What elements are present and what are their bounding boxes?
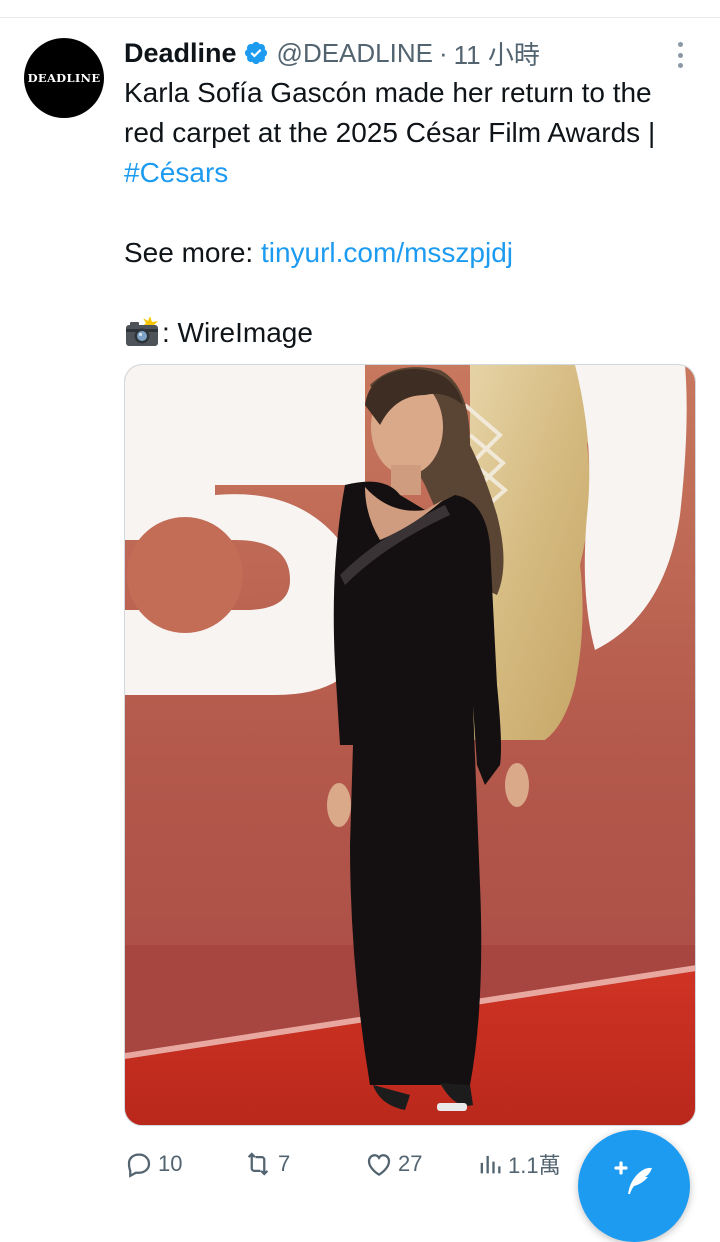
retweet-count: 7: [278, 1151, 291, 1176]
reply-action[interactable]: 10: [124, 1142, 182, 1186]
views-chart-icon: [480, 1155, 501, 1174]
reply-count: 10: [158, 1151, 183, 1176]
reply-icon: [127, 1153, 151, 1178]
tweet-header: Deadline @DEADLINE · 11 小時: [124, 34, 660, 72]
see-more-line: See more: tinyurl.com/msszpjdj: [124, 233, 684, 273]
avatar[interactable]: DEADLINE: [24, 38, 104, 118]
compose-feather-icon: [614, 1161, 652, 1194]
separator-dot: ·: [438, 37, 448, 68]
avatar-logo-text: DEADLINE: [27, 71, 101, 85]
retweet-icon: [247, 1152, 269, 1176]
like-action[interactable]: 27: [364, 1142, 422, 1186]
see-more-label: See more:: [124, 237, 261, 268]
heart-icon: [367, 1154, 391, 1176]
views-action[interactable]: 1.1萬: [476, 1142, 561, 1186]
url-link[interactable]: tinyurl.com/msszpjdj: [261, 237, 513, 268]
display-name[interactable]: Deadline: [124, 38, 237, 69]
top-divider: [0, 17, 720, 18]
tweet-photo[interactable]: [124, 364, 696, 1126]
more-options-icon[interactable]: [670, 40, 690, 70]
user-handle[interactable]: @DEADLINE: [277, 38, 433, 69]
timestamp[interactable]: 11 小時: [454, 35, 540, 72]
like-count: 27: [398, 1151, 423, 1176]
hashtag-link[interactable]: #Césars: [124, 157, 228, 188]
photo-illustration: [125, 365, 695, 1125]
views-count: 1.1萬: [508, 1153, 561, 1178]
photo-credit: : WireImage: [162, 317, 313, 348]
verified-badge-icon: [244, 41, 267, 65]
compose-tweet-button[interactable]: [578, 1130, 690, 1242]
camera-with-flash-icon: [126, 316, 158, 346]
retweet-action[interactable]: 7: [242, 1142, 290, 1186]
tweet-text: Karla Sofía Gascón made her return to th…: [124, 73, 684, 353]
credit-line: : WireImage: [124, 313, 684, 353]
tweet-text-line: Karla Sofía Gascón made her return to th…: [124, 73, 684, 193]
tweet-body: Karla Sofía Gascón made her return to th…: [124, 77, 656, 148]
